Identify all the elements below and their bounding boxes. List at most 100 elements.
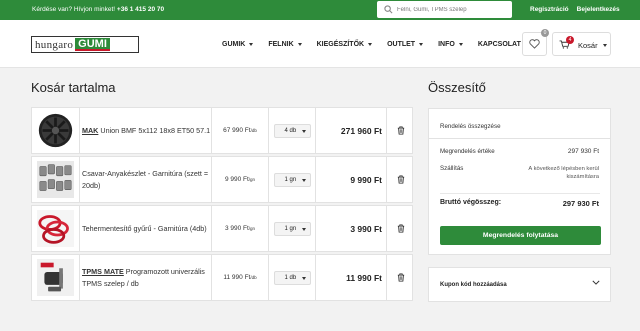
top-bar: Kérdése van? Hívjon minket! +36 1 415 20… (0, 0, 640, 20)
divider (440, 193, 600, 194)
wishlist-count-badge: 0 (541, 29, 549, 37)
order-summary-panel: Rendelés összegzése Megrendelés értéke 2… (428, 108, 611, 255)
unit-price: 9 990 Ft/gn (212, 157, 269, 202)
cart-button[interactable]: 4 Kosár (552, 32, 611, 56)
quantity-value: 1 db (284, 274, 297, 281)
product-thumbnail[interactable] (32, 255, 80, 300)
nav-item-kapcsolat[interactable]: KAPCSOLAT (478, 41, 521, 48)
coupon-label: Kupon kód hozzáadása (440, 282, 507, 288)
chevron-down-icon (301, 276, 306, 280)
logo-text-part2: GUMI (75, 38, 110, 51)
chevron-down-icon (301, 129, 306, 133)
heart-icon (529, 39, 540, 49)
nav-item-label: OUTLET (387, 41, 416, 48)
quantity-select[interactable]: 1 gn (273, 221, 311, 236)
line-total: 9 990 Ft (316, 157, 387, 202)
cart-row: TPMS MATE Programozott univerzális TPMS … (31, 254, 413, 301)
cart-row: Tehermentesítő gyűrű - Garnitúra (4db) 3… (31, 205, 413, 252)
line-total: 271 960 Ft (316, 108, 387, 153)
nav-item-felnik[interactable]: FELNIK (268, 41, 302, 48)
quantity-select[interactable]: 1 db (273, 270, 311, 285)
nav-item-outlet[interactable]: OUTLET (387, 41, 424, 48)
product-thumbnail[interactable] (32, 108, 80, 153)
price-unit: /gn (248, 177, 256, 182)
product-brand-link[interactable]: MAK (82, 126, 98, 135)
cart-row: MAK Union BMF 5x112 18x8 ET50 57.1 67 99… (31, 107, 413, 154)
chevron-down-icon (603, 44, 607, 47)
unit-price: 11 990 Ft/db (212, 255, 269, 300)
unit-price: 3 990 Ft/gn (212, 206, 269, 251)
remove-item-button[interactable] (387, 108, 414, 153)
remove-item-button[interactable] (387, 206, 414, 251)
product-title: Csavar-Anyakészlet - Garnitúra (szett = … (82, 168, 209, 190)
price-value: 67 990 Ft (223, 127, 251, 134)
main-nav: GUMIK FELNIK KIEGÉSZÍTŐK OUTLET INFO KAP… (222, 41, 536, 48)
contact-question: Kérdése van? Hívjon minket! (32, 6, 116, 13)
price-unit: /db (250, 275, 257, 280)
cart-label: Kosár (578, 41, 598, 50)
trash-icon (397, 175, 404, 184)
cart-count-badge: 4 (566, 36, 574, 44)
quantity-select[interactable]: 1 gn (273, 172, 311, 187)
price-unit: /db (250, 128, 257, 133)
account-links: Regisztráció Bejelentkezés (530, 6, 620, 13)
product-thumbnail[interactable] (32, 157, 80, 202)
nav-item-label: FELNIK (268, 41, 294, 48)
wheel-rim-image (38, 113, 73, 148)
shipping-label: Szállítás (440, 165, 464, 172)
site-logo[interactable]: hungaro GUMI (31, 36, 139, 53)
product-title: Tehermentesítő gyűrű - Garnitúra (4db) (82, 223, 207, 233)
nav-item-label: GUMIK (222, 41, 246, 48)
chevron-down-icon (458, 43, 463, 46)
login-link[interactable]: Bejelentkezés (577, 6, 620, 13)
chevron-down-icon (419, 43, 424, 46)
price-value: 9 990 Ft (224, 176, 249, 183)
search-input[interactable] (397, 4, 507, 15)
tpms-sensor-image (37, 259, 74, 296)
nav-item-info[interactable]: INFO (438, 41, 463, 48)
search-box[interactable] (377, 1, 512, 18)
product-thumbnail[interactable] (32, 206, 80, 251)
chevron-down-icon (249, 43, 254, 46)
trash-icon (397, 224, 404, 233)
chevron-down-icon (297, 43, 302, 46)
cart-row: Csavar-Anyakészlet - Garnitúra (szett = … (31, 156, 413, 203)
quantity-value: 1 gn (284, 225, 297, 232)
cart-title: Kosár tartalma (31, 80, 116, 95)
nav-item-label: KAPCSOLAT (477, 41, 521, 48)
remove-item-button[interactable] (387, 255, 414, 300)
register-link[interactable]: Regisztráció (530, 6, 569, 13)
phone-number[interactable]: +36 1 415 20 70 (117, 6, 164, 13)
quantity-cell: 4 db (269, 108, 316, 153)
chevron-down-icon (301, 227, 306, 231)
bolt-set-image (37, 161, 74, 198)
search-icon (384, 5, 393, 14)
quantity-cell: 1 gn (269, 206, 316, 251)
order-value-label: Megrendelés értéke (440, 148, 495, 155)
coupon-accordion[interactable]: Kupon kód hozzáadása (428, 267, 611, 302)
summary-title: Összesítő (428, 80, 486, 95)
quantity-select[interactable]: 4 db (273, 123, 311, 138)
nav-item-gumik[interactable]: GUMIK (222, 41, 254, 48)
gross-total-value: 297 930 Ft (562, 199, 599, 208)
centering-rings-image (37, 210, 74, 247)
nav-item-kiegeszitok[interactable]: KIEGÉSZÍTŐK (316, 41, 373, 48)
contact-text: Kérdése van? Hívjon minket! +36 1 415 20… (32, 6, 164, 13)
checkout-button[interactable]: Megrendelés folytatása (440, 226, 601, 245)
gross-total-label: Bruttó végösszeg: (440, 199, 502, 206)
price-value: 11 990 Ft (223, 274, 251, 281)
nav-item-label: KIEGÉSZÍTŐK (316, 41, 365, 48)
line-total: 3 990 Ft (316, 206, 387, 251)
wishlist-button[interactable]: 0 (522, 29, 549, 56)
remove-item-button[interactable] (387, 157, 414, 202)
nav-item-label: INFO (438, 41, 455, 48)
chevron-down-icon (368, 43, 373, 46)
product-brand-link[interactable]: TPMS MATE (82, 267, 124, 276)
trash-icon (397, 273, 404, 282)
quantity-cell: 1 gn (269, 157, 316, 202)
price-value: 3 990 Ft (224, 225, 249, 232)
product-name: MAK Union BMF 5x112 18x8 ET50 57.1 (80, 108, 212, 153)
line-total: 11 990 Ft (316, 255, 387, 300)
summary-section-title: Rendelés összegzése (440, 123, 501, 130)
product-name: Csavar-Anyakészlet - Garnitúra (szett = … (80, 157, 212, 202)
